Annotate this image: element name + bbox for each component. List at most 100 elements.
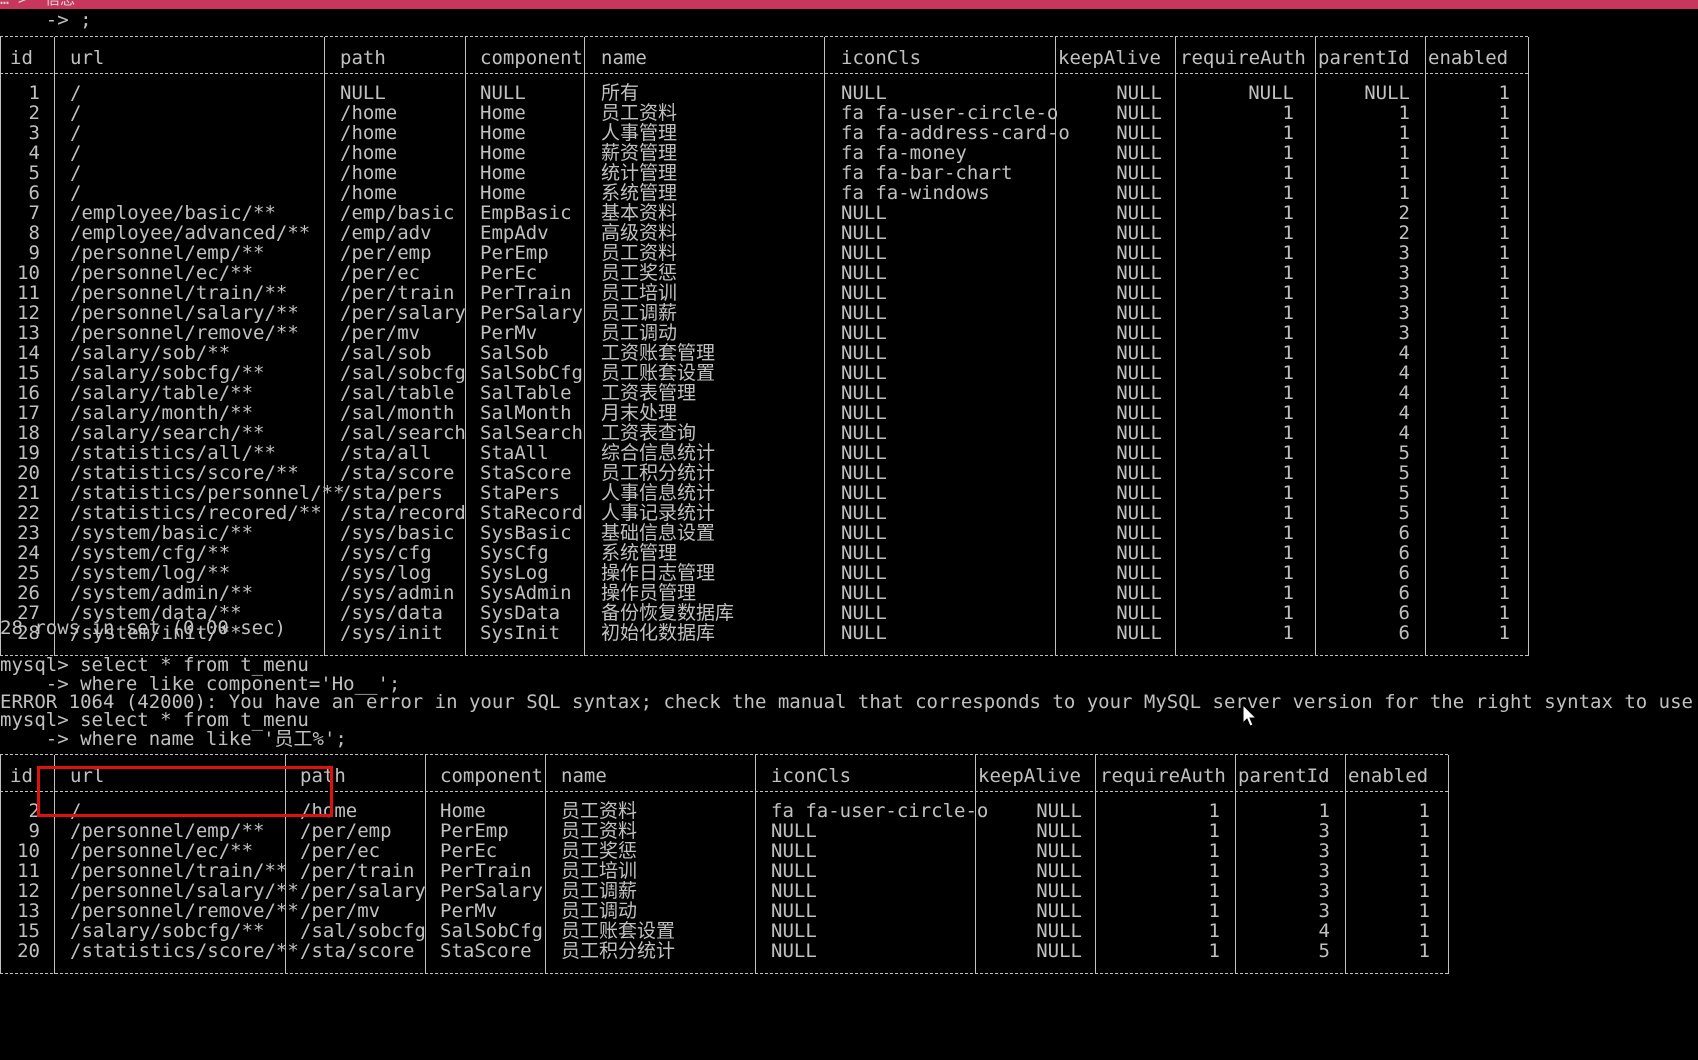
table-cell: 6	[1398, 622, 1410, 644]
table-cell: 1	[1418, 820, 1430, 842]
table-cell: /personnel/emp/**	[70, 242, 265, 264]
table-cell: 员工奖惩	[561, 840, 638, 862]
table-cell: 4	[1318, 920, 1330, 942]
table-cell: NULL	[1116, 322, 1162, 344]
table-cell: 21	[17, 482, 40, 504]
table-cell: NULL	[340, 82, 386, 104]
table-cell: /home	[340, 122, 398, 144]
table-cell: PerTrain	[440, 860, 532, 882]
table-cell: SalTable	[480, 382, 572, 404]
table-cell: NULL	[841, 222, 887, 244]
table-cell: /personnel/ec/**	[70, 262, 254, 284]
table-column-separator	[1448, 755, 1450, 974]
table-cell: /statistics/score/**	[70, 940, 299, 962]
table-cell: 1	[1208, 820, 1220, 842]
table-cell: NULL	[1116, 502, 1162, 524]
table-header-cell: id	[10, 47, 33, 69]
table-cell: /sal/sobcfg	[300, 920, 426, 942]
table-cell: 统计管理	[601, 162, 678, 184]
table-cell: 13	[17, 900, 40, 922]
table-cell: 6	[1398, 542, 1410, 564]
table-cell: /salary/table/**	[70, 382, 254, 404]
table-cell: 1	[1398, 182, 1410, 204]
table-cell: 备份恢复数据库	[601, 602, 735, 624]
table-cell: /sta/pers	[340, 482, 443, 504]
table-cell: NULL	[1116, 202, 1162, 224]
table-cell: 员工资料	[561, 820, 638, 842]
table-cell: /salary/search/**	[70, 422, 265, 444]
table-cell: 1	[1418, 880, 1430, 902]
table-cell: /system/basic/**	[70, 522, 254, 544]
table-cell: /per/salary	[340, 302, 466, 324]
table-cell: 6	[1398, 562, 1410, 584]
table-cell: 1	[1282, 362, 1294, 384]
table-cell: 3	[1318, 820, 1330, 842]
table-cell: NULL	[1036, 940, 1082, 962]
table-cell: 5	[1398, 502, 1410, 524]
table-column-separator	[1345, 755, 1347, 974]
table-cell: 3	[1318, 840, 1330, 862]
table-cell: NULL	[841, 282, 887, 304]
table-cell: /sal/table	[340, 382, 455, 404]
table-cell: 1	[1498, 142, 1510, 164]
window-titlebar[interactable]: … > 信息	[0, 0, 1698, 9]
table-cell: 19	[17, 442, 40, 464]
table-cell: 1	[1418, 840, 1430, 862]
query-line-highlighted: mysql> select * from t_menu	[0, 709, 309, 731]
table-cell: StaScore	[480, 462, 572, 484]
table-cell: NULL	[771, 940, 817, 962]
table-cell: 员工账套设置	[601, 362, 716, 384]
table-cell: 1	[1498, 362, 1510, 384]
table-cell: 1	[1498, 182, 1510, 204]
table-cell: 员工调动	[561, 900, 638, 922]
table-cell: 2	[28, 102, 40, 124]
table-column-separator	[0, 37, 2, 656]
table-cell: 人事信息统计	[601, 482, 716, 504]
table-cell: 1	[1282, 382, 1294, 404]
table-cell: NULL	[1036, 840, 1082, 862]
table-cell: 1	[1498, 242, 1510, 264]
table-cell: /salary/sob/**	[70, 342, 231, 364]
table-cell: /system/log/**	[70, 562, 231, 584]
table-cell: Home	[480, 122, 526, 144]
table-cell: NULL	[771, 900, 817, 922]
table-cell: 3	[1318, 900, 1330, 922]
table-cell: fa fa-user-circle-o	[841, 102, 1059, 124]
table-cell: /personnel/ec/**	[70, 840, 254, 862]
table-cell: 1	[1498, 322, 1510, 344]
table-cell: 1	[1498, 542, 1510, 564]
highlight-box	[37, 766, 333, 817]
table-cell: 10	[17, 840, 40, 862]
table-cell: /personnel/salary/**	[70, 302, 299, 324]
table-cell: 1	[1418, 920, 1430, 942]
table-cell: 4	[1398, 342, 1410, 364]
table-cell: NULL	[771, 840, 817, 862]
table-cell: /salary/sobcfg/**	[70, 920, 265, 942]
table-cell: 4	[1398, 422, 1410, 444]
table-cell: NULL	[1036, 820, 1082, 842]
table-cell: 1	[28, 82, 40, 104]
table-cell: /personnel/emp/**	[70, 820, 265, 842]
table-cell: 14	[17, 342, 40, 364]
table-cell: 1	[1282, 202, 1294, 224]
table-cell: /sta/all	[340, 442, 432, 464]
table-cell: Home	[480, 142, 526, 164]
table-cell: 员工培训	[561, 860, 638, 882]
table-cell: /	[70, 82, 82, 104]
table-cell: 3	[1398, 322, 1410, 344]
table-cell: 人事记录统计	[601, 502, 716, 524]
table-cell: NULL	[1116, 102, 1162, 124]
table-cell: 1	[1498, 122, 1510, 144]
table-cell: 人事管理	[601, 122, 678, 144]
table-cell: NULL	[841, 582, 887, 604]
table-column-separator	[1315, 37, 1317, 656]
table-cell: Home	[480, 182, 526, 204]
table-cell: 员工积分统计	[601, 462, 716, 484]
table-cell: /per/train	[300, 860, 415, 882]
table-cell: NULL	[841, 462, 887, 484]
table-cell: 8	[28, 222, 40, 244]
table-header-cell: enabled	[1348, 765, 1429, 787]
terminal-console[interactable]: -> ; id url path component name iconCls keepAl…	[0, 10, 1698, 1060]
table-cell: NULL	[841, 302, 887, 324]
table-cell: PerEmp	[480, 242, 549, 264]
